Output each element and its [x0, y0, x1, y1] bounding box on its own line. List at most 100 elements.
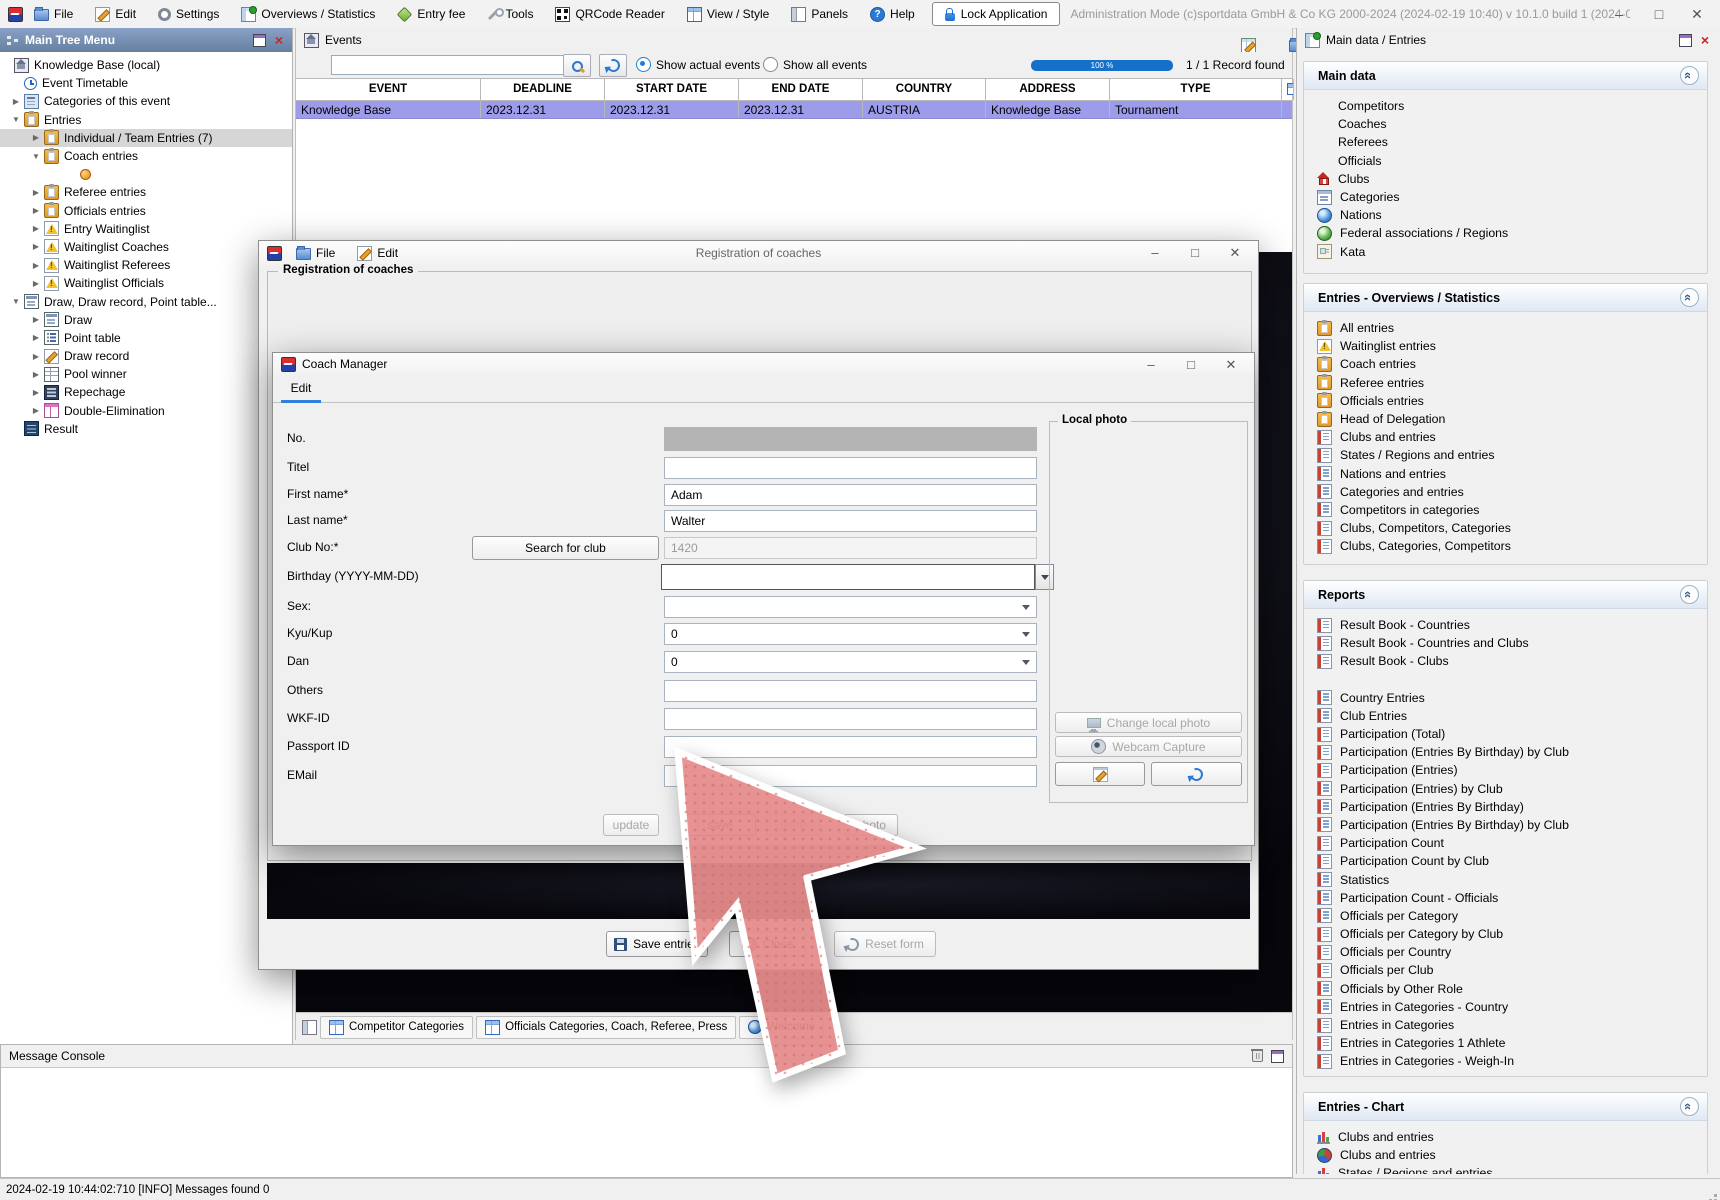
menu-item-help[interactable]: Help: [859, 0, 926, 28]
registration-dialog-titlebar[interactable]: File Edit Registration of coaches – □ ✕: [259, 241, 1258, 265]
nav-item-result-book-countries[interactable]: Result Book - Countries: [1304, 616, 1707, 634]
radio-show-all-events[interactable]: Show all events: [763, 57, 867, 72]
coach-manager-close-button[interactable]: ✕: [1212, 354, 1250, 376]
nav-item-clubs[interactable]: Clubs: [1304, 170, 1707, 188]
column-header-address[interactable]: ADDRESS: [986, 79, 1110, 100]
nav-item-competitors[interactable]: Competitors: [1304, 97, 1707, 115]
tree-item-point-table[interactable]: ▶Point table: [0, 329, 292, 347]
tree-item-pool-winner[interactable]: ▶Pool winner: [0, 365, 292, 383]
field-passport-id[interactable]: [664, 736, 1037, 758]
column-header-deadline[interactable]: DEADLINE: [481, 79, 605, 100]
nav-item-country-entries[interactable]: Country Entries: [1304, 689, 1707, 707]
close-button[interactable]: Close: [729, 931, 806, 957]
console-maximize-icon[interactable]: [1271, 1050, 1284, 1063]
expanded-arrow-icon[interactable]: ▼: [8, 297, 24, 306]
column-header-start-date[interactable]: START DATE: [605, 79, 739, 100]
menu-item-settings[interactable]: Settings: [147, 0, 230, 28]
search-button[interactable]: [563, 54, 591, 77]
nav-item-referee-entries[interactable]: Referee entries: [1304, 374, 1707, 392]
coach-manager-minimize-button[interactable]: –: [1132, 354, 1170, 376]
field-email[interactable]: [664, 765, 1037, 787]
resize-grip[interactable]: [1714, 1194, 1717, 1197]
collapsed-arrow-icon[interactable]: ▶: [28, 388, 44, 397]
registration-menu-edit[interactable]: Edit: [349, 241, 406, 265]
tree-item-categories-of-this-event[interactable]: ▶Categories of this event: [0, 92, 292, 110]
collapsed-arrow-icon[interactable]: ▶: [28, 279, 44, 288]
change-local-photo-button[interactable]: Change local photo: [1055, 712, 1242, 733]
tab-welcome[interactable]: Welcome: [739, 1016, 824, 1039]
tree-close-icon[interactable]: [272, 34, 286, 47]
collapsed-arrow-icon[interactable]: ▶: [28, 352, 44, 361]
tree-item-repechage[interactable]: ▶Repechage: [0, 383, 292, 401]
menu-item-file[interactable]: File: [23, 0, 84, 28]
field-last-name[interactable]: Walter: [664, 510, 1037, 532]
nav-item-nations-and-entries[interactable]: Nations and entries: [1304, 465, 1707, 483]
coach-manager-maximize-button[interactable]: □: [1172, 354, 1210, 376]
nav-item-officials-per-club[interactable]: Officials per Club: [1304, 961, 1707, 979]
collapsed-arrow-icon[interactable]: ▶: [28, 370, 44, 379]
collapsed-arrow-icon[interactable]: ▶: [28, 133, 44, 142]
nav-item-participation-entries-by-birthday-by-club[interactable]: Participation (Entries By Birthday) by C…: [1304, 816, 1707, 834]
tree-item-bullet[interactable]: [0, 165, 292, 183]
nav-item-participation-entries[interactable]: Participation (Entries): [1304, 761, 1707, 779]
tree-item-draw[interactable]: ▶Draw: [0, 311, 292, 329]
save-button[interactable]: save: [684, 814, 756, 836]
update-button[interactable]: update: [603, 814, 659, 836]
nav-item-officials-per-country[interactable]: Officials per Country: [1304, 943, 1707, 961]
menu-item-overviews-statistics[interactable]: Overviews / Statistics: [230, 0, 386, 28]
trash-icon[interactable]: [1252, 1050, 1263, 1062]
combo-sex[interactable]: [664, 596, 1037, 618]
nav-item-participation-total[interactable]: Participation (Total): [1304, 725, 1707, 743]
menu-item-qrcode-reader[interactable]: QRCode Reader: [544, 0, 675, 28]
menu-item-view-style[interactable]: View / Style: [676, 0, 780, 28]
tree-item-officials-entries[interactable]: ▶Officials entries: [0, 202, 292, 220]
table-corner-icon[interactable]: [1282, 79, 1294, 100]
right-panel-close-icon[interactable]: [1698, 34, 1712, 47]
collapsed-arrow-icon[interactable]: ▶: [28, 261, 44, 270]
nav-item-participation-entries-by-birthday[interactable]: Participation (Entries By Birthday): [1304, 798, 1707, 816]
tree-item-entries[interactable]: ▼Entries: [0, 111, 292, 129]
nav-item-entries-in-categories[interactable]: Entries in Categories: [1304, 1016, 1707, 1034]
nav-item-kata[interactable]: Kata: [1304, 243, 1707, 261]
collapse-chevron-icon[interactable]: [1680, 66, 1699, 85]
nav-item-nations[interactable]: Nations: [1304, 206, 1707, 224]
collapsed-arrow-icon[interactable]: ▶: [28, 206, 44, 215]
tab-edit[interactable]: Edit: [283, 381, 319, 395]
photo-button[interactable]: photo: [844, 814, 898, 836]
nav-item-officials[interactable]: Officials: [1304, 152, 1707, 170]
nav-item-participation-count-officials[interactable]: Participation Count - Officials: [1304, 889, 1707, 907]
refresh-button[interactable]: [599, 54, 627, 77]
nav-item-clubs-and-entries[interactable]: Clubs and entries: [1304, 1128, 1707, 1146]
field-first-name[interactable]: Adam: [664, 484, 1037, 506]
combo-dan[interactable]: 0: [664, 651, 1037, 673]
tree-item-coach-entries[interactable]: ▼Coach entries: [0, 147, 292, 165]
nav-item-competitors-in-categories[interactable]: Competitors in categories: [1304, 501, 1707, 519]
collapsed-arrow-icon[interactable]: ▶: [28, 406, 44, 415]
collapse-chevron-icon[interactable]: [1680, 585, 1699, 604]
table-row[interactable]: Knowledge Base2023.12.312023.12.312023.1…: [296, 101, 1292, 119]
nav-item-entries-in-categories-weigh-in[interactable]: Entries in Categories - Weigh-In: [1304, 1052, 1707, 1070]
nav-item-states-regions-and-entries[interactable]: States / Regions and entries: [1304, 446, 1707, 464]
collapse-chevron-icon[interactable]: [1680, 1097, 1699, 1116]
combo-kyu-kup[interactable]: 0: [664, 623, 1037, 645]
reset-form-button[interactable]: Reset form: [834, 931, 936, 957]
webcam-capture-button[interactable]: Webcam Capture: [1055, 736, 1242, 757]
tree-item-draw-draw-record-point-table[interactable]: ▼Draw, Draw record, Point table...: [0, 292, 292, 310]
refresh-photo-button[interactable]: [1151, 762, 1242, 786]
nav-item-referees[interactable]: Referees: [1304, 133, 1707, 151]
nav-item-clubs-and-entries[interactable]: Clubs and entries: [1304, 1146, 1707, 1164]
collapsed-arrow-icon[interactable]: ▶: [28, 315, 44, 324]
search-for-club-button[interactable]: Search for club: [472, 536, 659, 560]
nav-item-result-book-countries-and-clubs[interactable]: Result Book - Countries and Clubs: [1304, 634, 1707, 652]
registration-menu-file[interactable]: File: [288, 241, 343, 265]
menu-item-panels[interactable]: Panels: [780, 0, 859, 28]
nav-item-head-of-delegation[interactable]: Head of Delegation: [1304, 410, 1707, 428]
menu-item-tools[interactable]: Tools: [476, 0, 544, 28]
nav-item-clubs-categories-competitors[interactable]: Clubs, Categories, Competitors: [1304, 537, 1707, 555]
nav-item-officials-per-category[interactable]: Officials per Category: [1304, 907, 1707, 925]
tree-item-referee-entries[interactable]: ▶Referee entries: [0, 183, 292, 201]
nav-item-club-entries[interactable]: Club Entries: [1304, 707, 1707, 725]
collapsed-arrow-icon[interactable]: ▶: [28, 333, 44, 342]
radio-show-actual-events[interactable]: Show actual events: [636, 57, 760, 72]
nav-item-statistics[interactable]: Statistics: [1304, 870, 1707, 888]
